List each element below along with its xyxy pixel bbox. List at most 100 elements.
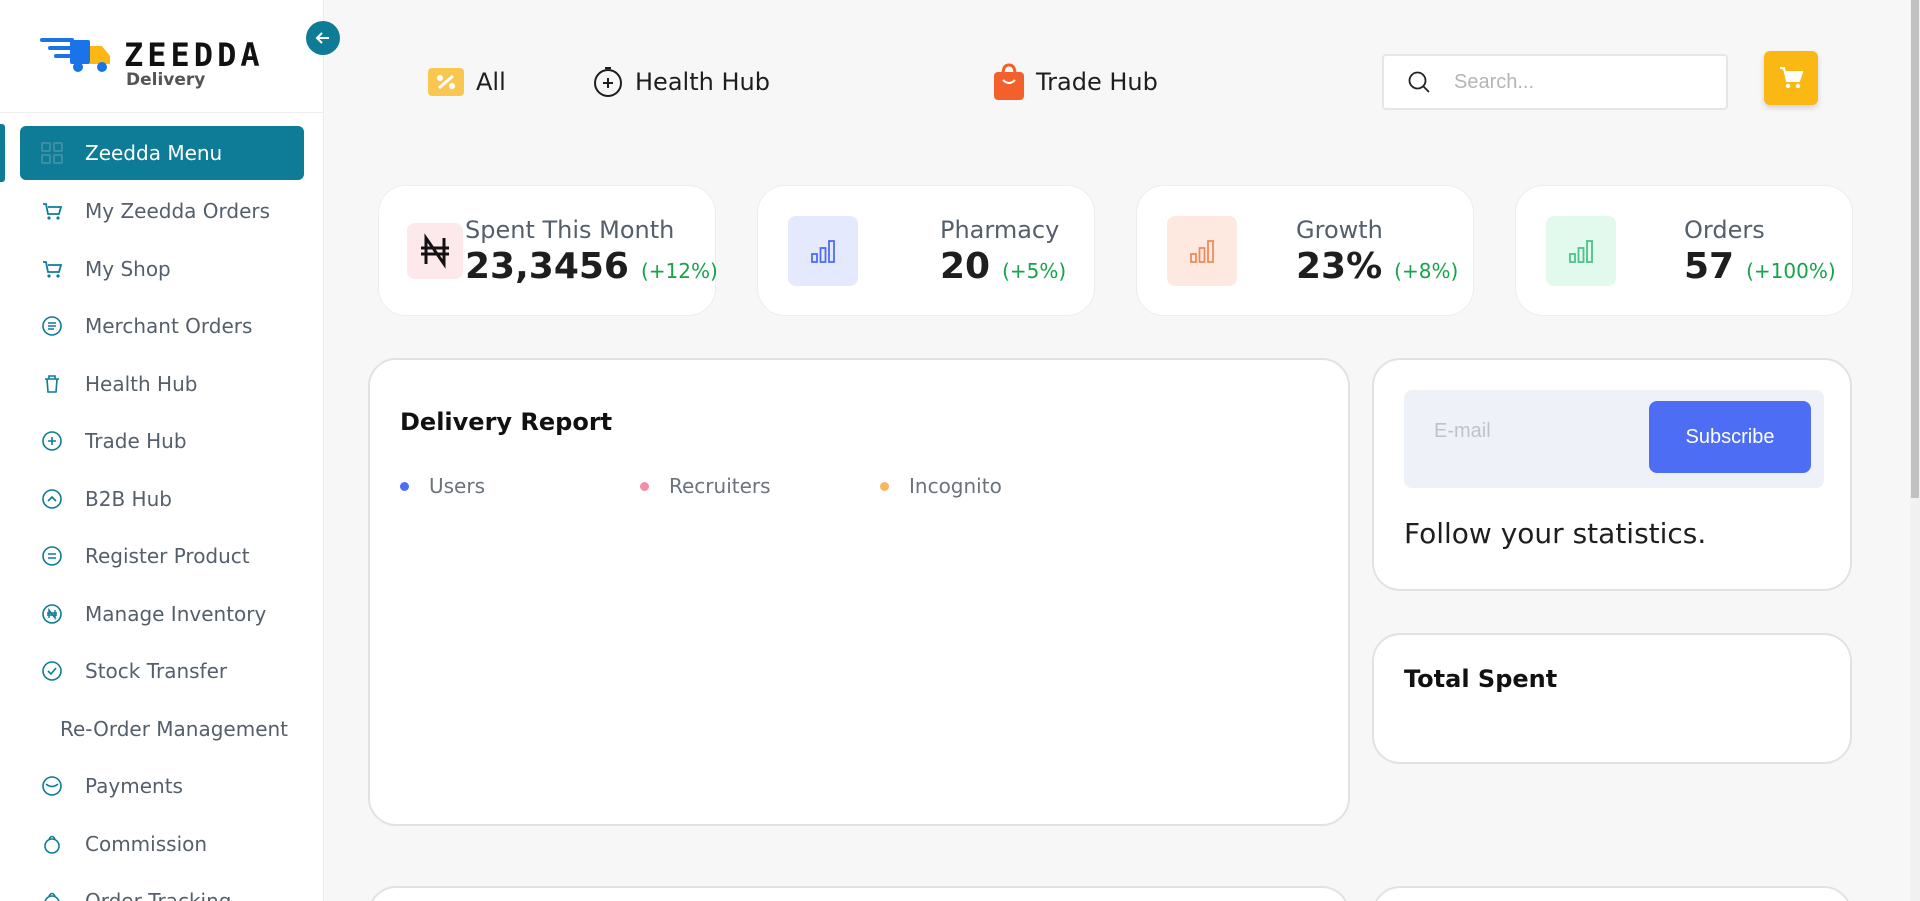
sidebar-item-label: Payments xyxy=(85,774,183,798)
subscribe-button[interactable]: Subscribe xyxy=(1649,401,1811,473)
sidebar-item-my-shop[interactable]: My Shop xyxy=(20,242,304,296)
sidebar: ZEEDDA Delivery Zeedda Menu My Zeedda Or… xyxy=(0,0,324,901)
sidebar-item-label: My Shop xyxy=(85,257,171,281)
cart-button[interactable] xyxy=(1764,51,1818,105)
bar-chart-icon xyxy=(1167,216,1237,286)
stat-change: (+100%) xyxy=(1746,259,1836,283)
legend-dot xyxy=(640,481,649,491)
sidebar-item-label: B2B Hub xyxy=(85,487,172,511)
cart-icon xyxy=(40,257,64,281)
naira-icon xyxy=(407,223,463,279)
legend-label: Incognito xyxy=(909,474,1002,498)
bag-icon xyxy=(40,832,64,856)
list-circle-icon xyxy=(40,314,64,338)
sidebar-item-b2b-hub[interactable]: B2B Hub xyxy=(20,472,304,526)
sidebar-item-order-tracking[interactable]: Order Tracking xyxy=(20,874,304,901)
sidebar-item-manage-inventory[interactable]: Manage Inventory xyxy=(20,587,304,641)
sidebar-item-trade-hub[interactable]: Trade Hub xyxy=(20,414,304,468)
stat-change: (+12%) xyxy=(640,259,718,283)
sidebar-item-health-hub[interactable]: Health Hub xyxy=(20,357,304,411)
medical-clock-icon xyxy=(591,65,625,99)
sidebar-item-my-zeedda-orders[interactable]: My Zeedda Orders xyxy=(20,184,304,238)
sidebar-item-label: Commission xyxy=(85,832,208,856)
tab-all[interactable]: All xyxy=(426,62,506,102)
shopping-bag-icon xyxy=(992,62,1026,102)
arrow-up-circle-icon xyxy=(40,487,64,511)
brand-logo[interactable]: ZEEDDA Delivery xyxy=(40,30,290,90)
tab-health-hub[interactable]: Health Hub xyxy=(591,62,770,102)
bottom-panel-right xyxy=(1372,886,1852,901)
sidebar-item-label: Merchant Orders xyxy=(85,314,253,338)
stat-card-growth[interactable]: Growth 23% (+8%) xyxy=(1136,185,1474,316)
stat-change: (+8%) xyxy=(1394,259,1459,283)
tab-label: Health Hub xyxy=(635,68,770,96)
cart-icon xyxy=(40,199,64,223)
delivery-report-panel: Delivery Report Users Recruiters Incogni… xyxy=(368,358,1350,826)
stat-change: (+5%) xyxy=(1002,259,1067,283)
sidebar-item-label: Trade Hub xyxy=(85,429,187,453)
check-circle-icon xyxy=(40,659,64,683)
sidebar-item-register-product[interactable]: Register Product xyxy=(20,529,304,583)
clock-icon xyxy=(40,774,64,798)
sidebar-item-stock-transfer[interactable]: Stock Transfer xyxy=(20,644,304,698)
sidebar-item-payments[interactable]: Payments xyxy=(20,759,304,813)
sidebar-item-label: My Zeedda Orders xyxy=(85,199,271,223)
page-scrollbar-thumb[interactable] xyxy=(1911,0,1919,498)
discount-ticket-icon xyxy=(426,66,466,98)
stat-label: Spent This Month xyxy=(465,216,675,244)
collapse-sidebar-button[interactable] xyxy=(306,21,340,55)
bottom-panel-left xyxy=(368,886,1350,901)
sidebar-item-commission[interactable]: Commission xyxy=(20,817,304,871)
stat-label: Pharmacy xyxy=(940,216,1060,244)
legend-item-incognito[interactable]: Incognito xyxy=(880,474,1120,498)
sidebar-item-label: Order Tracking xyxy=(85,889,232,901)
sidebar-item-label: Stock Transfer xyxy=(85,659,228,683)
legend-label: Recruiters xyxy=(669,474,771,498)
sidebar-item-zeedda-menu[interactable]: Zeedda Menu xyxy=(20,126,304,180)
sidebar-item-label: Zeedda Menu xyxy=(85,141,223,165)
total-spent-panel: Total Spent xyxy=(1372,633,1852,764)
panel-title: Total Spent xyxy=(1404,665,1558,693)
stat-label: Orders xyxy=(1684,216,1765,244)
stat-card-spent-this-month[interactable]: Spent This Month 23,3456 (+12%) xyxy=(378,185,718,316)
sidebar-item-label: Health Hub xyxy=(85,372,198,396)
legend-item-users[interactable]: Users xyxy=(400,474,640,498)
stat-value: 23,3456 (+12%) xyxy=(465,246,718,287)
legend-label: Users xyxy=(429,474,486,498)
subscribe-panel: Subscribe Follow your statistics. xyxy=(1372,358,1852,591)
search-bar xyxy=(1382,54,1728,110)
bag-icon xyxy=(40,889,64,901)
stat-value: 57 (+100%) xyxy=(1684,246,1836,287)
delivery-truck-icon xyxy=(40,38,110,72)
chart-legend: Users Recruiters Incognito xyxy=(400,474,1120,498)
brand-name: ZEEDDA xyxy=(124,36,264,74)
follow-statistics-text: Follow your statistics. xyxy=(1404,517,1707,550)
search-icon[interactable] xyxy=(1384,70,1454,94)
tab-label: All xyxy=(476,68,506,96)
stat-card-orders[interactable]: Orders 57 (+100%) xyxy=(1515,185,1853,316)
panel-title: Delivery Report xyxy=(400,408,613,436)
brand-subtitle: Delivery xyxy=(126,70,206,90)
stat-label: Growth xyxy=(1296,216,1383,244)
sidebar-item-merchant-orders[interactable]: Merchant Orders xyxy=(20,299,304,353)
grid-icon xyxy=(40,141,64,165)
bar-chart-icon xyxy=(788,216,858,286)
subscribe-form: Subscribe xyxy=(1404,390,1824,488)
bin-icon xyxy=(40,372,64,396)
tab-trade-hub[interactable]: Trade Hub xyxy=(992,62,1158,102)
legend-item-recruiters[interactable]: Recruiters xyxy=(640,474,880,498)
sidebar-divider xyxy=(0,112,323,113)
sidebar-item-label: Manage Inventory xyxy=(85,602,267,626)
stat-card-pharmacy[interactable]: Pharmacy 20 (+5%) xyxy=(757,185,1095,316)
sidebar-item-label: Register Product xyxy=(85,544,250,568)
arrow-left-icon xyxy=(315,32,329,44)
sidebar-item-label: Re-Order Management xyxy=(60,717,289,741)
sidebar-item-reorder-management[interactable]: Re-Order Management xyxy=(20,702,304,756)
legend-dot xyxy=(880,481,889,491)
shopping-cart-icon xyxy=(1780,67,1804,89)
active-indicator xyxy=(0,124,5,182)
legend-dot xyxy=(400,481,409,491)
email-field[interactable] xyxy=(1434,420,1634,443)
search-input[interactable] xyxy=(1454,70,1704,94)
stat-value: 23% (+8%) xyxy=(1296,246,1459,287)
